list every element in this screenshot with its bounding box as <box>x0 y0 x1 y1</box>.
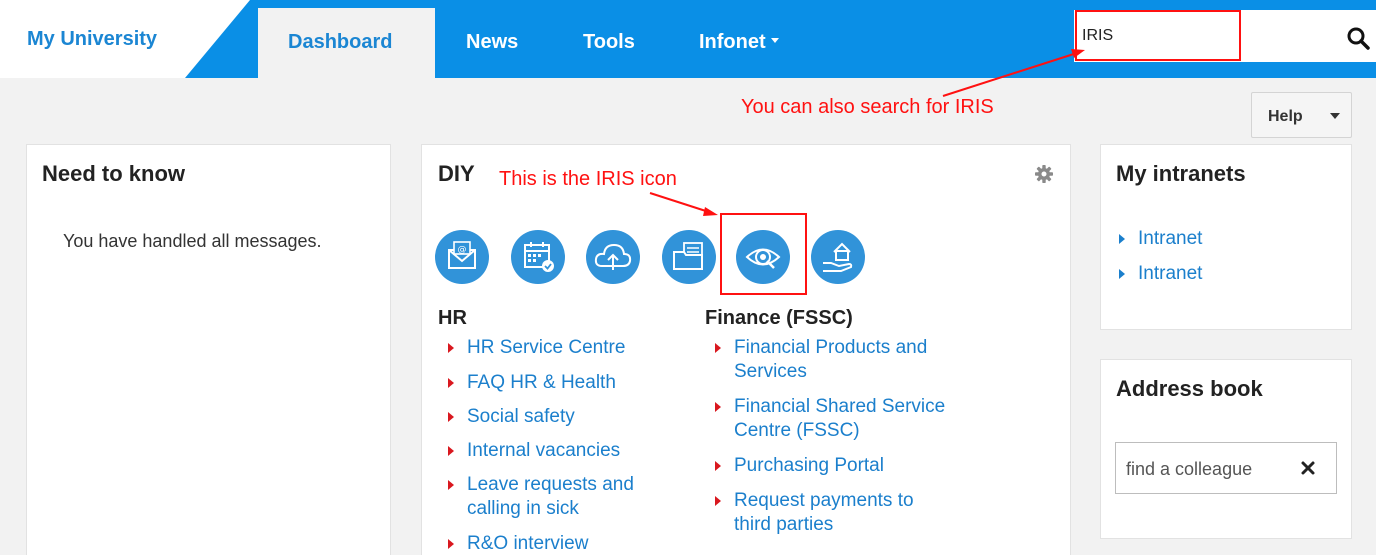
tab-infonet-label: Infonet <box>699 31 766 53</box>
finance-link-products[interactable]: Financial Products and Services <box>734 336 959 384</box>
need-to-know-title: Need to know <box>42 161 186 186</box>
my-intranets-title: My intranets <box>1116 161 1246 186</box>
bullet-arrow-icon <box>448 343 454 353</box>
bullet-arrow-icon <box>448 480 454 490</box>
bullet-arrow-icon <box>1119 269 1125 279</box>
home-hand-icon[interactable] <box>811 230 865 284</box>
bullet-arrow-icon <box>715 343 721 353</box>
search-annotation-box <box>1075 10 1241 61</box>
hr-link-ro-interview[interactable]: R&O interview <box>467 532 687 555</box>
iris-icon-annotation-box <box>720 213 807 295</box>
hr-link-leave-requests[interactable]: Leave requests and calling in sick <box>467 473 667 521</box>
svg-text:@: @ <box>458 245 467 255</box>
tab-dashboard[interactable]: Dashboard <box>258 8 435 108</box>
search-annotation-text: You can also search for IRIS <box>741 96 994 118</box>
hr-link-faq[interactable]: FAQ HR & Health <box>467 371 687 395</box>
diy-title: DIY <box>438 161 475 186</box>
brand-name: My University <box>27 28 158 50</box>
bullet-arrow-icon <box>448 378 454 388</box>
finance-link-fssc[interactable]: Financial Shared Service Centre (FSSC) <box>734 395 974 443</box>
tab-tools-label: Tools <box>583 31 635 53</box>
bullet-arrow-icon <box>448 412 454 422</box>
bullet-arrow-icon <box>448 539 454 549</box>
finance-link-payments[interactable]: Request payments to third parties <box>734 489 949 537</box>
icon-annotation-text: This is the IRIS icon <box>499 168 677 190</box>
gear-icon[interactable] <box>1034 164 1054 184</box>
messages-status: You have handled all messages. <box>63 231 322 251</box>
hr-link-vacancies[interactable]: Internal vacancies <box>467 439 687 463</box>
intranet-link[interactable]: Intranet <box>1138 262 1202 286</box>
intranet-link[interactable]: Intranet <box>1138 227 1202 251</box>
tab-infonet[interactable]: Infonet <box>699 31 779 54</box>
search-icon[interactable] <box>1346 26 1370 50</box>
hr-link-social-safety[interactable]: Social safety <box>467 405 687 429</box>
colleague-search-input[interactable] <box>1126 457 1286 481</box>
finance-heading: Finance (FSSC) <box>705 307 853 329</box>
help-button-label: Help <box>1268 108 1303 125</box>
calendar-icon[interactable] <box>511 230 565 284</box>
need-to-know-card <box>26 144 391 555</box>
tab-dashboard-label: Dashboard <box>288 31 393 53</box>
tab-tools[interactable]: Tools <box>583 31 635 54</box>
email-icon[interactable]: @ <box>435 230 489 284</box>
close-icon[interactable] <box>1300 460 1316 476</box>
tab-news[interactable]: News <box>466 31 518 54</box>
bullet-arrow-icon <box>715 461 721 471</box>
finance-link-purchasing[interactable]: Purchasing Portal <box>734 454 974 478</box>
chevron-down-icon <box>770 38 779 44</box>
help-button[interactable]: Help <box>1251 92 1352 138</box>
bullet-arrow-icon <box>715 496 721 506</box>
address-book-title: Address book <box>1116 376 1263 401</box>
tab-news-label: News <box>466 31 519 53</box>
bullet-arrow-icon <box>1119 234 1125 244</box>
bullet-arrow-icon <box>448 446 454 456</box>
bullet-arrow-icon <box>715 402 721 412</box>
hr-link-service-centre[interactable]: HR Service Centre <box>467 336 687 360</box>
folder-icon[interactable] <box>662 230 716 284</box>
colleague-search-box <box>1115 442 1337 494</box>
caret-down-icon <box>1330 113 1340 119</box>
cloud-upload-icon[interactable] <box>586 230 640 284</box>
hr-heading: HR <box>438 307 467 329</box>
